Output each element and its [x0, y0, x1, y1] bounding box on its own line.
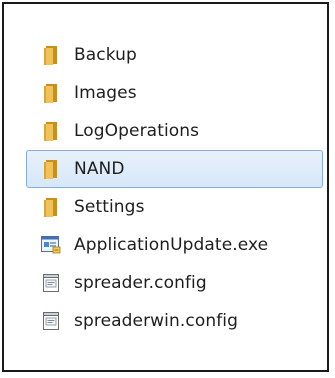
file-row-images[interactable]: Images	[26, 74, 323, 112]
file-name: NAND	[74, 159, 125, 179]
config-file-icon	[41, 311, 61, 331]
file-row-backup[interactable]: Backup	[26, 36, 323, 74]
file-name: Images	[74, 83, 137, 103]
file-row-settings[interactable]: Settings	[26, 188, 323, 226]
file-row-logoperations[interactable]: LogOperations	[26, 112, 323, 150]
file-list: Backup Images LogOperations NAND Setting…	[26, 36, 323, 340]
config-file-icon	[41, 273, 61, 293]
file-name: spreaderwin.config	[74, 311, 239, 331]
file-row-nand[interactable]: NAND	[26, 150, 323, 188]
file-name: ApplicationUpdate.exe	[74, 235, 269, 255]
file-row-applicationupdate[interactable]: ApplicationUpdate.exe	[26, 226, 323, 264]
file-row-spreaderwin-config[interactable]: spreaderwin.config	[26, 302, 323, 340]
file-name: LogOperations	[74, 121, 200, 141]
file-row-spreader-config[interactable]: spreader.config	[26, 264, 323, 302]
executable-icon	[41, 235, 61, 255]
folder-icon	[41, 83, 61, 103]
file-explorer-panel: Backup Images LogOperations NAND Setting…	[2, 2, 329, 372]
file-name: Backup	[74, 45, 137, 65]
file-name: spreader.config	[74, 273, 207, 293]
folder-icon	[41, 121, 61, 141]
folder-icon	[41, 197, 61, 217]
folder-icon	[41, 45, 61, 65]
folder-icon	[41, 159, 61, 179]
file-name: Settings	[74, 197, 145, 217]
